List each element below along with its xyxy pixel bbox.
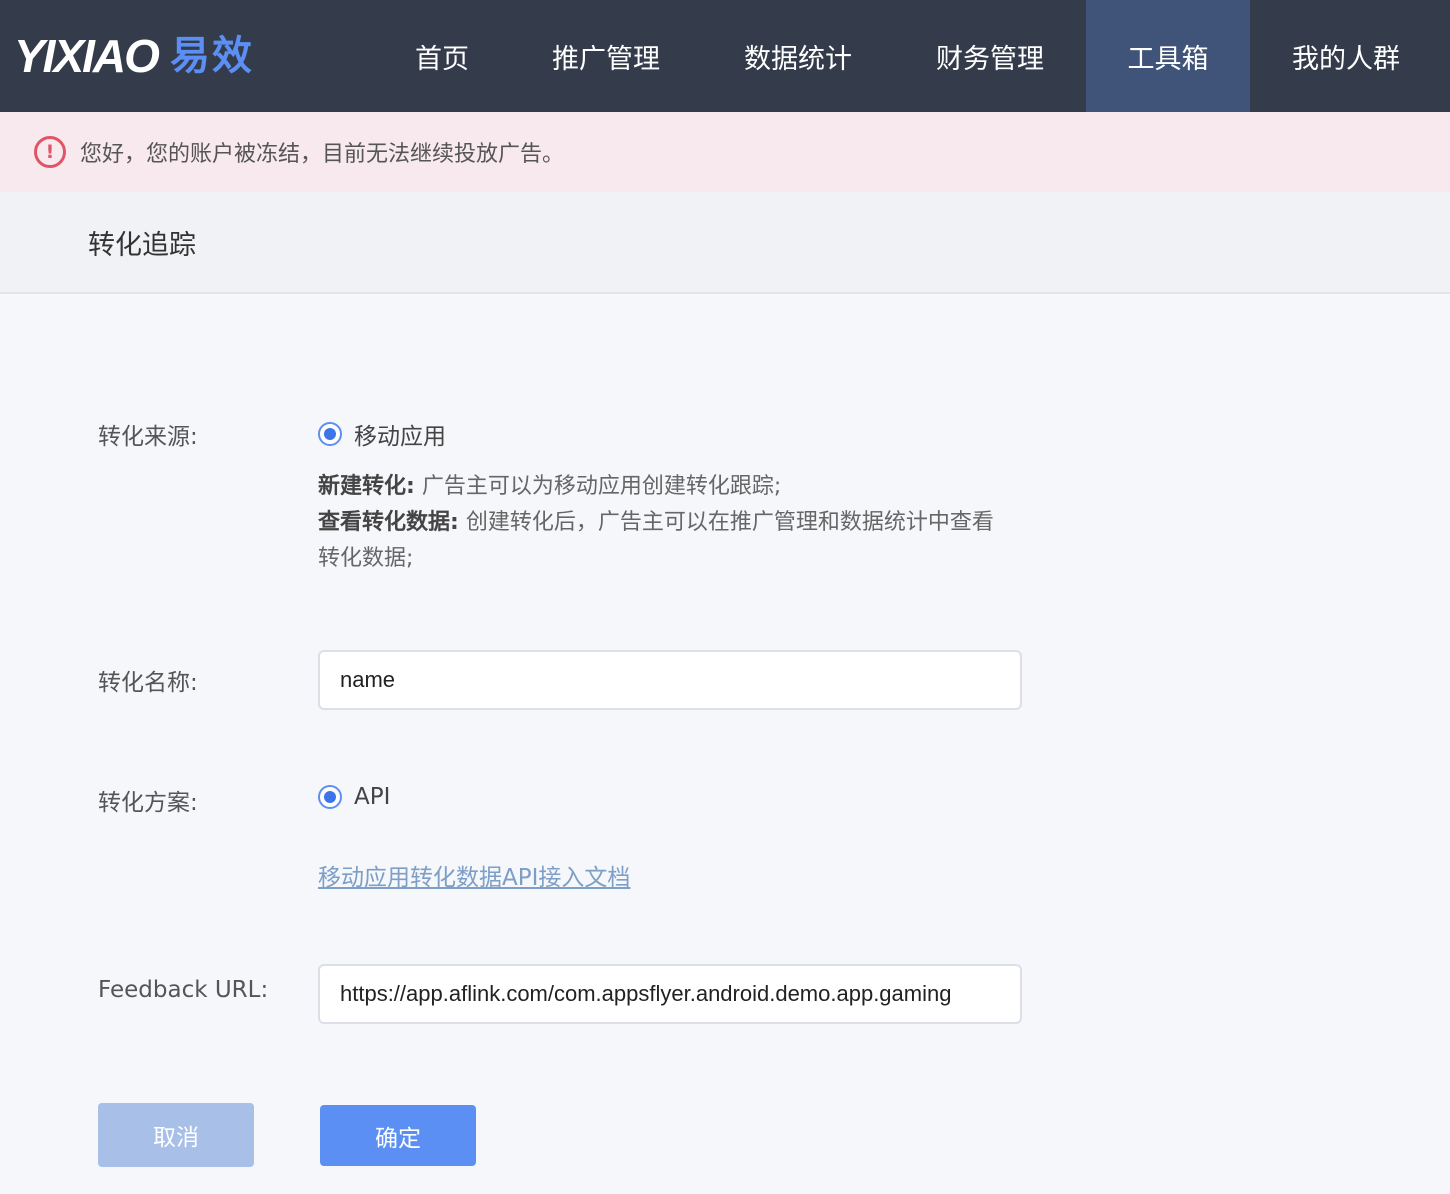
nav-item-promotion[interactable]: 推广管理	[510, 0, 702, 112]
source-option-label: 移动应用	[354, 424, 446, 450]
conversion-name-input[interactable]	[318, 650, 1022, 710]
radio-checked-icon	[318, 785, 342, 809]
name-label: 转化名称:	[98, 670, 198, 696]
nav-item-audience[interactable]: 我的人群	[1250, 0, 1442, 112]
feedback-url-label: Feedback URL:	[98, 977, 269, 1003]
nav-item-finance[interactable]: 财务管理	[894, 0, 1086, 112]
page-header: 转化追踪	[0, 192, 1450, 294]
api-doc-link[interactable]: 移动应用转化数据API接入文档	[318, 858, 630, 892]
logo[interactable]: YIXIAO 易效	[14, 28, 254, 84]
source-description: 新建转化: 广告主可以为移动应用创建转化跟踪; 查看转化数据: 创建转化后，广告…	[318, 469, 1008, 577]
desc-new-title: 新建转化:	[318, 474, 415, 499]
plan-option-label: API	[354, 784, 391, 810]
plan-label: 转化方案:	[98, 790, 198, 816]
nav-menu: 首页 推广管理 数据统计 财务管理 工具箱 我的人群	[374, 0, 1442, 112]
logo-cn: 易效	[169, 33, 254, 79]
page-title: 转化追踪	[88, 229, 196, 261]
radio-checked-icon	[318, 422, 342, 446]
nav-item-statistics[interactable]: 数据统计	[702, 0, 894, 112]
desc-new-text: 广告主可以为移动应用创建转化跟踪;	[421, 474, 782, 499]
plan-radio-api[interactable]: API	[318, 784, 390, 810]
alert-text: 您好，您的账户被冻结，目前无法继续投放广告。	[80, 142, 565, 167]
desc-view-title: 查看转化数据:	[318, 510, 459, 535]
exclamation-icon: !	[34, 136, 66, 168]
feedback-url-input[interactable]	[318, 964, 1022, 1024]
confirm-button[interactable]: 确定	[320, 1105, 476, 1166]
cancel-button[interactable]: 取消	[98, 1103, 254, 1167]
source-label: 转化来源:	[98, 424, 198, 450]
logo-latin: YIXIAO	[14, 30, 160, 82]
nav-item-toolbox[interactable]: 工具箱	[1086, 0, 1250, 112]
top-nav: YIXIAO 易效 首页 推广管理 数据统计 财务管理 工具箱 我的人群	[0, 0, 1450, 112]
nav-item-home[interactable]: 首页	[374, 0, 510, 112]
source-radio-mobile-app[interactable]: 移动应用	[318, 417, 446, 451]
account-frozen-alert: ! 您好，您的账户被冻结，目前无法继续投放广告。	[0, 112, 1450, 192]
